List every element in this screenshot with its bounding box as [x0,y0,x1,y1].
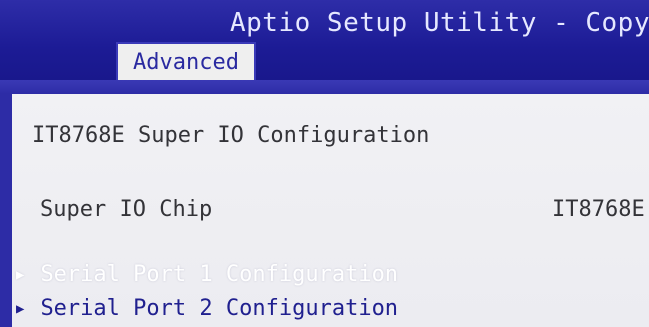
section-title: IT8768E Super IO Configuration [32,123,430,148]
super-io-chip-label: Super IO Chip [40,197,213,222]
header-divider [0,80,649,94]
tab-advanced[interactable]: Advanced [116,42,256,80]
header-bar: Aptio Setup Utility - Copyrigh Advanced [0,0,649,80]
menu-item-serial-port-2[interactable]: ▶ Serial Port 2 Configuration [16,296,398,321]
super-io-chip-value: IT8768E [552,197,645,222]
app-title: Aptio Setup Utility - Copyrigh [230,8,649,38]
right-triangle-icon: ▶ [16,300,25,317]
menu-item-label: Serial Port 2 Configuration [40,296,399,321]
menu-item-label: Serial Port 1 Configuration [40,262,399,287]
menu-item-serial-port-1[interactable]: ▶ Serial Port 1 Configuration [16,262,398,287]
bios-screen: Aptio Setup Utility - Copyrigh Advanced … [0,0,649,327]
left-border [0,94,12,327]
right-triangle-icon: ▶ [16,266,25,283]
